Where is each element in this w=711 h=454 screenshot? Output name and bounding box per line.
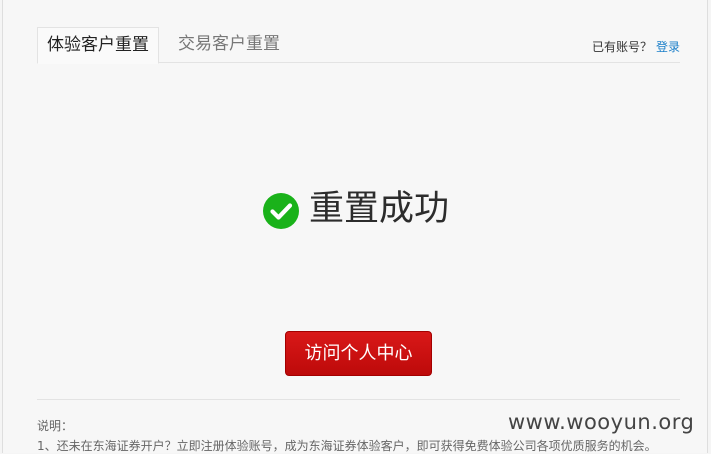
- visit-personal-center-button[interactable]: 访问个人中心: [285, 331, 432, 376]
- divider: [37, 399, 680, 400]
- tab-experience-reset[interactable]: 体验客户重置: [37, 27, 159, 64]
- notes-title: 说明：: [37, 419, 74, 433]
- watermark: www.wooyun.org: [508, 410, 695, 434]
- reset-panel: 体验客户重置 交易客户重置 已有账号？ 登录 重置成功 访问个人中心 说明： 1、…: [2, 0, 708, 453]
- login-link[interactable]: 登录: [656, 40, 680, 54]
- tab-bar: 体验客户重置 交易客户重置 已有账号？ 登录: [37, 27, 680, 64]
- notes-line-1: 1、还未在东海证券开户？立即注册体验账号，成为东海证券体验客户，即可获得免费体验…: [37, 439, 657, 453]
- tab-trading-reset[interactable]: 交易客户重置: [178, 27, 280, 62]
- account-prompt: 已有账号？ 登录: [592, 38, 680, 55]
- account-prompt-text: 已有账号？: [591, 40, 652, 54]
- check-circle-icon: [263, 193, 299, 229]
- success-text: 重置成功: [309, 189, 450, 229]
